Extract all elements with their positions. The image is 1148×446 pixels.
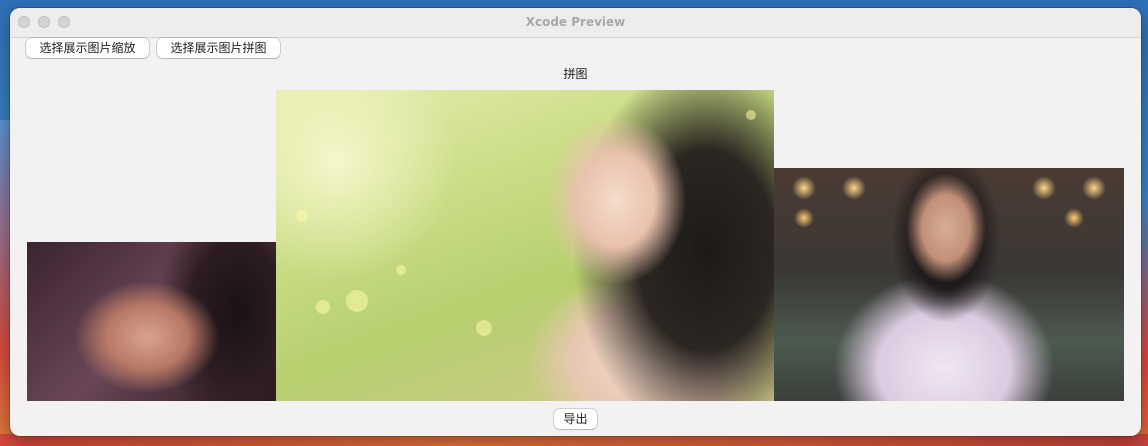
bokeh-dot <box>746 110 756 120</box>
bokeh-dot <box>476 320 492 336</box>
bokeh-dot <box>316 300 330 314</box>
stitched-image-3 <box>774 168 1124 401</box>
stitched-image-1 <box>27 242 276 401</box>
export-button[interactable]: 导出 <box>554 409 597 429</box>
select-stitch-images-button[interactable]: 选择展示图片拼图 <box>157 38 280 58</box>
window-titlebar[interactable]: Xcode Preview <box>10 8 1141 38</box>
bokeh-dot <box>396 265 406 275</box>
window-title: Xcode Preview <box>525 15 626 29</box>
bokeh-dot <box>296 210 308 222</box>
bokeh-dot <box>346 290 368 312</box>
section-title: 拼图 <box>563 67 588 81</box>
select-scale-images-button[interactable]: 选择展示图片缩放 <box>26 38 149 58</box>
stitched-image-2 <box>276 90 774 401</box>
preview-window: Xcode Preview 选择展示图片缩放 选择展示图片拼图 拼图 导出 <box>10 8 1141 436</box>
